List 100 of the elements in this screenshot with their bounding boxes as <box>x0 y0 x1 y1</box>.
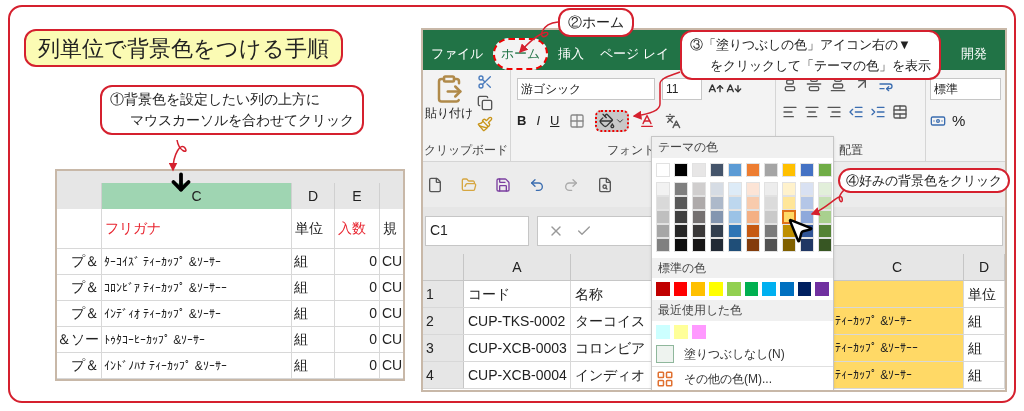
leader-line <box>168 140 187 172</box>
indent-increase-icon[interactable] <box>870 104 886 120</box>
open-folder-icon[interactable] <box>461 176 477 193</box>
group-label: クリップボード <box>423 142 509 159</box>
paint-bucket-icon <box>599 113 616 129</box>
table-cell: 組 <box>292 301 335 326</box>
table-cell: CU <box>380 353 403 378</box>
color-swatch[interactable] <box>744 282 759 296</box>
format-painter-icon[interactable] <box>477 116 493 132</box>
table-cell: 組 <box>292 353 335 378</box>
section-heading: 標準の色 <box>652 257 833 278</box>
table-cell: 0 <box>335 301 380 326</box>
table-cell: 単位 <box>292 209 335 248</box>
table-cell: ﾀｰｺｲｽﾞ ﾃｨｰｶｯﾌﾟ &ｿｰｻｰ <box>102 249 292 274</box>
color-swatch[interactable] <box>709 282 723 296</box>
color-swatch[interactable] <box>779 282 794 296</box>
merge-icon[interactable] <box>892 104 908 120</box>
phonetic-icon[interactable] <box>665 113 682 129</box>
color-swatch[interactable] <box>656 282 670 296</box>
row-header[interactable]: 3 <box>423 335 464 361</box>
row-header[interactable]: 1 <box>423 281 464 307</box>
section-heading: 最近使用した色 <box>652 300 833 321</box>
borders-icon[interactable] <box>569 113 586 129</box>
table-cell: 組 <box>964 308 1005 334</box>
table-cell: 入数 <box>335 209 380 248</box>
table-cell: 組 <box>964 362 1005 388</box>
redo-icon[interactable] <box>563 176 579 193</box>
table-cell: ﾄｩﾀｺｰﾋｰｶｯﾌﾟ &ｿｰｻｰ <box>102 327 292 352</box>
table-cell: 組 <box>964 335 1005 361</box>
table-cell: 規 <box>380 209 403 248</box>
column-header[interactable]: D <box>964 254 1005 280</box>
menu-item[interactable]: 塗りつぶしなし(N) <box>652 342 833 367</box>
fill-color-button[interactable] <box>595 110 630 132</box>
indent-decrease-icon[interactable] <box>848 104 864 120</box>
color-swatch[interactable] <box>656 324 670 339</box>
font-style-button[interactable]: U <box>550 111 560 131</box>
column-header[interactable]: C <box>102 183 292 209</box>
table-cell: 0 <box>335 275 380 300</box>
number-format-field[interactable]: 標準 <box>930 78 1001 100</box>
row-stub-text: プ＆ <box>57 353 102 378</box>
ribbon-tab[interactable]: ページ レイ <box>594 38 675 70</box>
align-right-icon[interactable] <box>826 104 842 120</box>
font-size-field[interactable]: 11 <box>662 78 702 100</box>
table-cell: 0 <box>335 327 380 352</box>
callout: ②ホーム <box>558 8 634 37</box>
new-file-icon[interactable] <box>427 176 443 193</box>
ribbon-tab[interactable]: 開発 <box>955 38 993 70</box>
color-swatch[interactable] <box>674 324 688 339</box>
row-header[interactable]: 4 <box>423 362 464 388</box>
copy-icon[interactable] <box>477 95 493 111</box>
color-swatch[interactable] <box>815 282 830 296</box>
color-swatch[interactable] <box>692 324 706 339</box>
font-name-field[interactable]: 游ゴシック <box>517 78 655 100</box>
menu-item[interactable]: その他の色(M)... <box>652 366 833 390</box>
table-cell: 組 <box>292 275 335 300</box>
cut-icon[interactable] <box>477 74 493 90</box>
group-label: 配置 <box>838 142 863 159</box>
ribbon-tab[interactable]: ファイル <box>425 38 489 70</box>
table-cell: ﾃｨｰｶｯﾌﾟ &ｿｰｻｰｰ <box>831 335 964 361</box>
table-cell: CU <box>380 249 403 274</box>
font-style-button[interactable]: B <box>517 111 527 131</box>
percent-button[interactable]: % <box>952 110 966 133</box>
table-cell: フリガナ <box>102 209 292 248</box>
table-cell: 0 <box>335 353 380 378</box>
table-cell: CUP-TKS-0002 <box>464 308 571 334</box>
ribbon-tab[interactable]: 挿入 <box>552 38 590 70</box>
color-swatch[interactable] <box>726 282 741 296</box>
table-cell: CUP-XCB-0004 <box>464 362 571 388</box>
table-cell: ﾃｨｰｶｯﾌﾟ &ｿｰｻｰ <box>831 308 964 334</box>
font-style-button[interactable]: I <box>536 111 540 131</box>
leader-line <box>632 71 681 120</box>
table-cell: ｲﾝﾃﾞｨｵ ﾃｨｰｶｯﾌﾟ &ｿｰｻｰ <box>102 301 292 326</box>
menu-item-label: その他の色(M)... <box>684 370 772 388</box>
color-swatch[interactable] <box>691 282 706 296</box>
row-stub-text: プ＆ <box>57 249 102 274</box>
row-stub-text: ＆ソー <box>57 327 102 352</box>
ribbon-tab[interactable]: ホーム <box>493 38 548 70</box>
align-center-icon[interactable] <box>804 104 820 120</box>
undo-icon[interactable] <box>529 176 545 193</box>
table-cell: 0 <box>335 249 380 274</box>
menu-item-label: 塗りつぶしなし(N) <box>684 346 785 364</box>
align-left-icon[interactable] <box>782 104 798 120</box>
save-icon[interactable] <box>495 176 511 193</box>
print-preview-icon[interactable] <box>597 176 613 193</box>
row-header[interactable]: 2 <box>423 308 464 334</box>
table-cell: コード <box>464 281 571 307</box>
paste-label[interactable]: 貼り付け <box>425 104 473 122</box>
callout: ③「塗りつぶしの色」アイコン右の▼ をクリックして「テーマの色」を表示 <box>680 30 941 80</box>
color-swatch[interactable] <box>673 282 688 296</box>
name-box[interactable]: C1 <box>425 215 529 246</box>
section-heading: テーマの色 <box>652 137 833 158</box>
table-cell: CU <box>380 327 403 352</box>
column-header[interactable]: A <box>464 254 571 280</box>
table-cell: CU <box>380 301 403 326</box>
table-cell: 単位 <box>964 281 1005 307</box>
color-swatch[interactable] <box>797 282 812 296</box>
table-cell: CUP-XCB-0003 <box>464 335 571 361</box>
callout: ①背景色を設定したい列の上方に マウスカーソルを合わせてクリック <box>100 85 364 135</box>
font-color-icon[interactable] <box>639 113 656 129</box>
color-swatch[interactable] <box>762 282 776 296</box>
